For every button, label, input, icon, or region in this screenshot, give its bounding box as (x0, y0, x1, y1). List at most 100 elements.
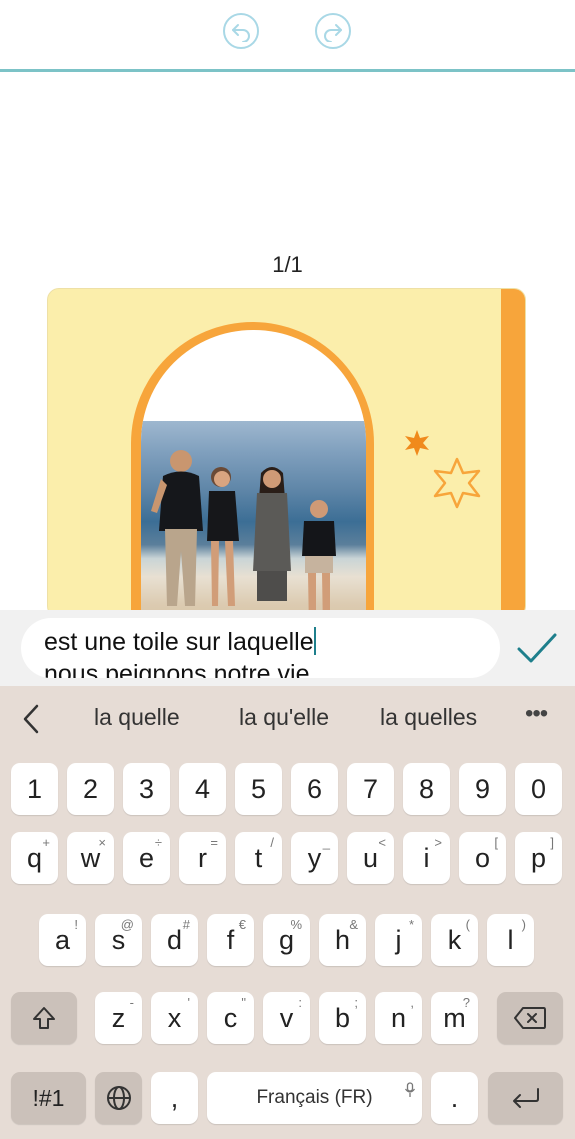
suggestion-bar: la quelle la qu'elle la quelles ••• (0, 686, 575, 752)
key-6[interactable]: 6 (291, 763, 338, 815)
enter-key[interactable] (488, 1072, 563, 1124)
text-caret (313, 627, 316, 655)
more-suggestions-button[interactable]: ••• (525, 700, 548, 728)
key-f[interactable]: € f (207, 914, 254, 966)
key-o-label: o (474, 842, 491, 873)
key-2[interactable]: 2 (67, 763, 114, 815)
key-b[interactable]: ; b (319, 992, 366, 1044)
key-a-secondary: ! (74, 917, 78, 932)
key-l-secondary: ) (521, 917, 526, 932)
key-w-label: w (80, 842, 101, 873)
key-u-label: u (362, 842, 379, 873)
suggestion-1[interactable]: la quelle (94, 704, 180, 731)
key-p[interactable]: ] p (515, 832, 562, 884)
star-decoration-icon (405, 430, 429, 456)
key-d-secondary: # (182, 917, 190, 932)
key-4[interactable]: 4 (179, 763, 226, 815)
key-d-label: d (166, 924, 183, 955)
key-p-secondary: ] (550, 835, 554, 850)
backspace-key[interactable] (497, 992, 563, 1044)
key-e[interactable]: ÷ e (123, 832, 170, 884)
key-y-secondary: _ (322, 835, 330, 850)
key-w[interactable]: × w (67, 832, 114, 884)
key-g-secondary: % (290, 917, 302, 932)
key-3[interactable]: 3 (123, 763, 170, 815)
redo-button[interactable] (315, 13, 351, 49)
undo-button[interactable] (223, 13, 259, 49)
key-a[interactable]: ! a (39, 914, 86, 966)
microphone-icon (404, 1074, 416, 1105)
key-1[interactable]: 1 (11, 763, 58, 815)
key-h[interactable]: & h (319, 914, 366, 966)
key-f-label: f (226, 924, 235, 955)
key-5[interactable]: 5 (235, 763, 282, 815)
key-8[interactable]: 8 (403, 763, 450, 815)
key-s-secondary: @ (120, 917, 134, 932)
key-a-label: a (54, 924, 71, 955)
suggestion-back-button[interactable] (16, 701, 46, 737)
space-key-label: Français (FR) (256, 1087, 373, 1108)
key-v-secondary: : (298, 995, 302, 1010)
key-f-secondary: € (238, 917, 246, 932)
key-k[interactable]: (k (431, 914, 478, 966)
shift-key[interactable] (11, 992, 77, 1044)
globe-icon (106, 1086, 131, 1110)
key-g[interactable]: % g (263, 914, 310, 966)
key-p-label: p (530, 842, 547, 873)
key-t[interactable]: / t (235, 832, 282, 884)
key-s[interactable]: @ s (95, 914, 142, 966)
key-c[interactable]: " c (207, 992, 254, 1044)
text-line-1-content: est une toile sur laquelle (44, 628, 314, 656)
key-r-secondary: = (210, 835, 218, 850)
key-r[interactable]: = r (179, 832, 226, 884)
key-y[interactable]: _ y (291, 832, 338, 884)
key-t-secondary: / (270, 835, 274, 850)
key-o[interactable]: [o (459, 832, 506, 884)
key-z[interactable]: -z (95, 992, 142, 1044)
key-z-secondary: - (129, 995, 134, 1010)
text-input[interactable]: est une toile sur laquelle nous peignons… (21, 618, 500, 678)
text-line-1: est une toile sur laquelle (44, 626, 500, 658)
language-key[interactable] (95, 1072, 142, 1124)
key-q-label: q (26, 842, 43, 873)
space-key[interactable]: Français (FR) (207, 1072, 422, 1124)
key-u[interactable]: < u (347, 832, 394, 884)
undo-icon (232, 24, 250, 42)
key-0[interactable]: 0 (515, 763, 562, 815)
key-j[interactable]: * j (375, 914, 422, 966)
key-x[interactable]: ' x (151, 992, 198, 1044)
key-y-label: y (307, 842, 322, 873)
key-j-secondary: * (408, 917, 414, 932)
confirm-button[interactable] (512, 628, 562, 668)
key-i[interactable]: > i (403, 832, 450, 884)
comma-key[interactable]: , (151, 1072, 198, 1124)
chevron-left-icon (23, 704, 39, 734)
key-h-secondary: & (349, 917, 358, 932)
key-9[interactable]: 9 (459, 763, 506, 815)
key-u-secondary: < (378, 835, 386, 850)
key-k-label: k (447, 924, 462, 955)
period-key[interactable]: . (431, 1072, 478, 1124)
design-canvas[interactable] (47, 288, 526, 618)
key-v[interactable]: :v (263, 992, 310, 1044)
text-edit-bar: est une toile sur laquelle nous peignons… (0, 610, 575, 686)
key-q[interactable]: + q (11, 832, 58, 884)
key-v-label: v (279, 1002, 294, 1033)
photo-frame[interactable] (141, 330, 366, 617)
key-w-secondary: × (98, 835, 106, 850)
backspace-icon (514, 1007, 546, 1029)
star-outline-decoration-icon (433, 457, 481, 509)
key-n-secondary: , (410, 995, 414, 1010)
key-d[interactable]: # d (151, 914, 198, 966)
symbols-key[interactable]: !#1 (11, 1072, 86, 1124)
key-7[interactable]: 7 (347, 763, 394, 815)
suggestion-3[interactable]: la quelles (380, 704, 477, 731)
key-n-label: n (390, 1002, 407, 1033)
suggestion-2[interactable]: la qu'elle (239, 704, 329, 731)
accent-stripe (501, 289, 525, 617)
key-n[interactable]: ,n (375, 992, 422, 1044)
enter-icon (512, 1088, 539, 1108)
key-l[interactable]: ) l (487, 914, 534, 966)
key-m[interactable]: ? m (431, 992, 478, 1044)
page-indicator: 1/1 (272, 252, 303, 277)
